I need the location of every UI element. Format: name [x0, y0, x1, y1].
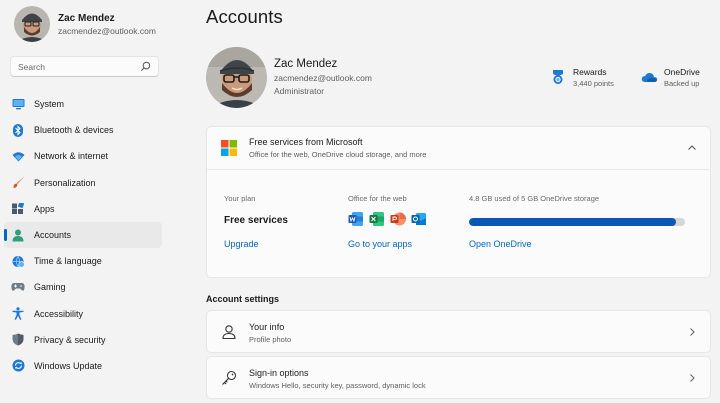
office-apps	[348, 211, 432, 227]
sidebar-item-label: Windows Update	[34, 360, 103, 371]
bluetooth-icon	[11, 123, 25, 137]
your-info-row[interactable]: Your info Profile photo	[206, 310, 711, 353]
word-icon[interactable]	[348, 211, 364, 227]
sidebar-item-windows-update[interactable]: Windows Update	[4, 353, 162, 379]
rewards-icon	[550, 69, 566, 85]
your-info-title: Your info	[249, 322, 285, 332]
apps-icon	[11, 202, 25, 216]
sidebar-item-system[interactable]: System	[4, 91, 162, 117]
sidebar-item-time-language[interactable]: Time & language	[4, 248, 162, 274]
sidebar-item-label: System	[34, 99, 65, 110]
excel-icon[interactable]	[369, 211, 385, 227]
person-icon	[11, 228, 25, 242]
powerpoint-icon[interactable]	[390, 211, 406, 227]
microsoft-services-subtitle: Office for the web, OneDrive cloud stora…	[249, 150, 427, 159]
wifi-icon	[11, 149, 25, 163]
sidebar-item-network[interactable]: Network & internet	[4, 143, 162, 169]
avatar[interactable]	[14, 6, 50, 42]
rewards-points: 3,440 points	[573, 79, 614, 88]
main-content: Accounts Zac Mendez zacmendez@outlook.co…	[206, 0, 711, 403]
search-box[interactable]	[10, 56, 159, 77]
sidebar-item-label: Accounts	[34, 230, 72, 241]
onedrive-title: OneDrive	[664, 67, 700, 77]
plan-value: Free services	[224, 215, 288, 226]
sidebar-item-bluetooth[interactable]: Bluetooth & devices	[4, 117, 162, 143]
chevron-up-icon[interactable]	[686, 142, 698, 154]
go-to-apps-link[interactable]: Go to your apps	[348, 239, 412, 249]
sidebar-item-accounts[interactable]: Accounts	[4, 221, 162, 249]
sidebar-item-gaming[interactable]: Gaming	[4, 274, 162, 300]
chevron-right-icon	[686, 326, 698, 338]
user-name: Zac Mendez	[58, 12, 115, 24]
rewards-link[interactable]: Rewards 3,440 points	[550, 67, 614, 89]
sidebar-item-label: Network & internet	[34, 151, 109, 162]
sidebar-item-apps[interactable]: Apps	[4, 196, 162, 222]
microsoft-logo-icon	[221, 140, 237, 156]
microsoft-services-header[interactable]: Free services from Microsoft Office for …	[207, 127, 710, 170]
cloud-icon	[641, 69, 658, 85]
storage-progress-fill	[469, 218, 677, 226]
microsoft-services-card: Free services from Microsoft Office for …	[206, 126, 711, 278]
storage-progress-bar	[469, 218, 685, 226]
key-icon	[221, 370, 237, 386]
profile-name: Zac Mendez	[274, 58, 338, 70]
search-input[interactable]	[18, 61, 138, 72]
brush-icon	[11, 176, 25, 190]
person-outline-icon	[221, 324, 237, 340]
user-email: zacmendez@outlook.com	[58, 25, 156, 36]
sidebar-item-label: Bluetooth & devices	[34, 125, 114, 136]
update-icon	[11, 359, 25, 373]
chevron-right-icon	[686, 372, 698, 384]
sidebar-item-personalization[interactable]: Personalization	[4, 170, 162, 196]
sidebar-item-accessibility[interactable]: Accessibility	[4, 301, 162, 327]
sign-in-options-row[interactable]: Sign-in options Windows Hello, security …	[206, 356, 711, 399]
sidebar-user[interactable]: Zac Mendez zacmendez@outlook.com	[14, 6, 156, 42]
plan-label: Your plan	[224, 194, 256, 203]
outlook-icon[interactable]	[411, 211, 427, 227]
microsoft-services-title: Free services from Microsoft	[249, 137, 363, 147]
profile-role: Administrator	[274, 86, 325, 96]
sidebar-item-label: Gaming	[34, 282, 66, 293]
sidebar-item-label: Privacy & security	[34, 334, 106, 345]
sidebar-item-label: Accessibility	[34, 308, 84, 319]
globe-clock-icon	[11, 254, 25, 268]
your-info-subtitle: Profile photo	[249, 335, 292, 344]
storage-label: 4.8 GB used of 5 GB OneDrive storage	[469, 194, 600, 203]
account-settings-heading: Account settings	[206, 294, 280, 304]
page-title: Accounts	[206, 6, 283, 27]
onedrive-link[interactable]: OneDrive Backed up	[641, 67, 700, 89]
open-onedrive-link[interactable]: Open OneDrive	[469, 239, 532, 249]
office-label: Office for the web	[348, 194, 407, 203]
shield-icon	[11, 333, 25, 347]
sidebar-item-privacy[interactable]: Privacy & security	[4, 327, 162, 353]
avatar[interactable]	[206, 47, 267, 108]
sign-in-options-title: Sign-in options	[249, 368, 309, 378]
sidebar: Zac Mendez zacmendez@outlook.com System …	[0, 0, 172, 403]
search-icon[interactable]	[138, 60, 152, 74]
rewards-title: Rewards	[573, 67, 607, 77]
onedrive-status: Backed up	[664, 79, 700, 88]
sidebar-item-label: Time & language	[34, 256, 102, 267]
profile-email: zacmendez@outlook.com	[274, 73, 372, 83]
sign-in-options-subtitle: Windows Hello, security key, password, d…	[249, 381, 426, 390]
sidebar-item-label: Personalization	[34, 177, 96, 188]
profile-header: Zac Mendez zacmendez@outlook.com Adminis…	[206, 47, 711, 111]
monitor-icon	[11, 97, 25, 111]
sidebar-nav: System Bluetooth & devices Network & int…	[4, 91, 162, 379]
sidebar-item-label: Apps	[34, 203, 55, 214]
accessibility-icon	[11, 307, 25, 321]
gamepad-icon	[11, 280, 25, 294]
upgrade-link[interactable]: Upgrade	[224, 239, 259, 249]
